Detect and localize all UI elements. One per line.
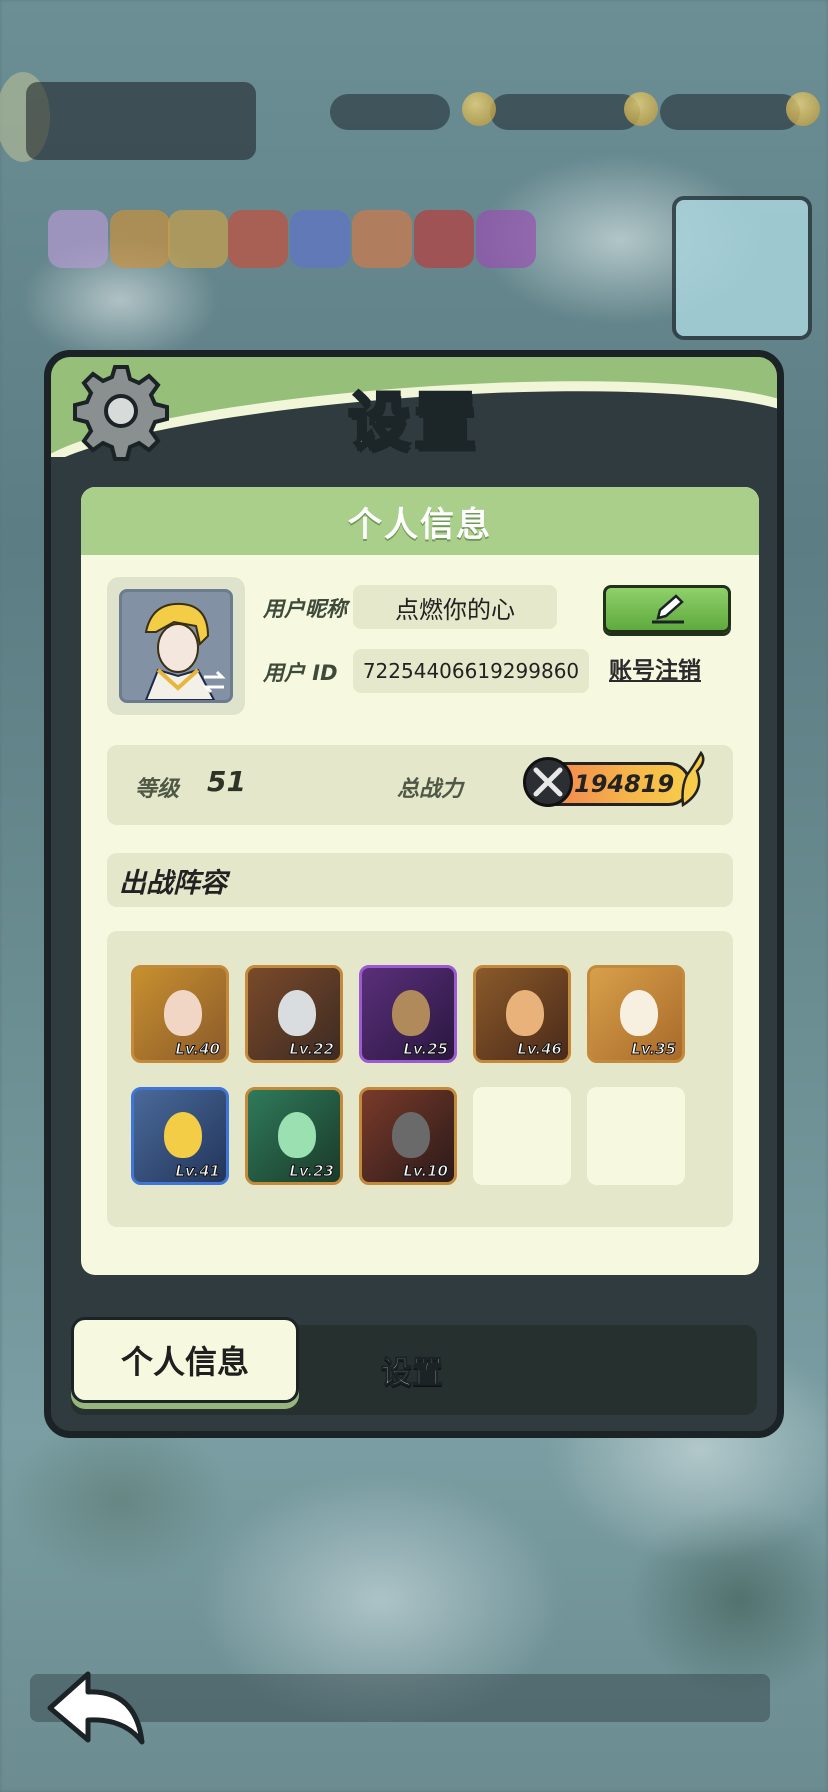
hero-portrait-icon xyxy=(164,990,202,1036)
empty-hero-slot[interactable] xyxy=(473,1087,571,1185)
coin-icon xyxy=(624,92,658,126)
hero-level: Lv.22 xyxy=(289,1040,335,1059)
modal-title: 设置 xyxy=(346,384,480,460)
hero-level: Lv.10 xyxy=(403,1162,449,1181)
resource-pill xyxy=(660,94,800,130)
user-id-label: 用户 ID xyxy=(263,661,338,685)
menu-icon xyxy=(414,210,474,268)
level-label: 等级 xyxy=(135,777,180,802)
flame-icon xyxy=(681,751,705,807)
user-id-field: 72254406619299860 xyxy=(353,649,589,693)
level-value: 51 xyxy=(207,765,246,798)
hero-slot[interactable]: Lv.23 xyxy=(245,1087,343,1185)
stats-row: 等级 51 总战力 194819 xyxy=(107,745,733,825)
lineup-title: 出战阵容 xyxy=(107,853,733,907)
coin-icon xyxy=(786,92,820,126)
swap-icon xyxy=(202,670,226,694)
tab-personal-info[interactable]: 个人信息 xyxy=(71,1317,299,1403)
hero-slot[interactable]: Lv.41 xyxy=(131,1087,229,1185)
hero-portrait-icon xyxy=(278,990,316,1036)
menu-icon xyxy=(476,210,536,268)
hero-portrait-icon xyxy=(278,1112,316,1158)
hero-level: Lv.40 xyxy=(175,1040,221,1059)
hero-level: Lv.46 xyxy=(517,1040,563,1059)
coin-icon xyxy=(462,92,496,126)
menu-icon xyxy=(110,210,170,268)
hero-slot[interactable]: Lv.10 xyxy=(359,1087,457,1185)
hero-portrait-icon xyxy=(506,990,544,1036)
hero-level: Lv.41 xyxy=(175,1162,221,1181)
power-value: 194819 xyxy=(574,770,675,798)
hero-slot[interactable]: Lv.46 xyxy=(473,965,571,1063)
hero-portrait-icon xyxy=(164,1112,202,1158)
hero-portrait-icon xyxy=(620,990,658,1036)
hero-slot[interactable]: Lv.40 xyxy=(131,965,229,1063)
edit-nickname-button[interactable] xyxy=(603,585,731,633)
player-hud-card xyxy=(26,82,256,160)
menu-icon xyxy=(228,210,288,268)
tab-settings[interactable]: 设置 xyxy=(381,1347,444,1392)
hero-level: Lv.25 xyxy=(403,1040,449,1059)
hero-slot[interactable]: Lv.22 xyxy=(245,965,343,1063)
avatar-image xyxy=(119,589,233,703)
minimap xyxy=(672,196,812,340)
hero-portrait-icon xyxy=(392,990,430,1036)
hero-portrait-icon xyxy=(392,1112,430,1158)
hero-level: Lv.23 xyxy=(289,1162,335,1181)
menu-icon xyxy=(290,210,350,268)
resource-pill xyxy=(330,94,450,130)
avatar[interactable] xyxy=(107,577,245,715)
resource-pill xyxy=(490,94,640,130)
nickname-label: 用户昵称 xyxy=(263,597,347,621)
hero-level: Lv.35 xyxy=(631,1040,677,1059)
swords-icon xyxy=(523,757,573,807)
nickname-field: 点燃你的心 xyxy=(353,585,557,629)
menu-icon xyxy=(168,210,228,268)
panel-title: 个人信息 xyxy=(348,504,492,545)
back-arrow-icon[interactable] xyxy=(44,1668,148,1750)
menu-icon xyxy=(352,210,412,268)
hero-slot[interactable]: Lv.35 xyxy=(587,965,685,1063)
hero-slot[interactable]: Lv.25 xyxy=(359,965,457,1063)
panel-header: 个人信息 xyxy=(81,487,759,555)
empty-hero-slot[interactable] xyxy=(587,1087,685,1185)
pencil-icon xyxy=(652,594,684,624)
power-label: 总战力 xyxy=(397,777,464,802)
settings-modal: 设置 个人信息 用户昵称 点燃你的心 用户 ID 722544066192998… xyxy=(44,350,784,1438)
personal-info-panel: 个人信息 用户昵称 点燃你的心 用户 ID 72254406619299860 … xyxy=(81,487,759,1275)
lineup-grid: Lv.40 Lv.22 Lv.25 Lv.46 Lv.35 Lv.41 Lv.2… xyxy=(107,931,733,1227)
cancel-account-link[interactable]: 账号注销 xyxy=(609,651,701,685)
menu-icon xyxy=(48,210,108,268)
